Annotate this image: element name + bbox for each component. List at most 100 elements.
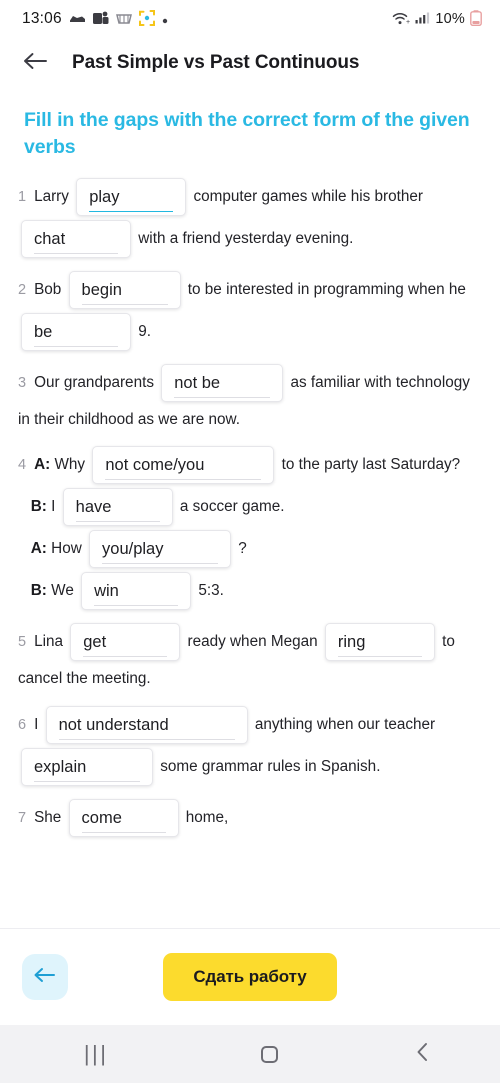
previous-task-button[interactable]: [22, 954, 68, 1000]
gap-input[interactable]: get: [70, 623, 181, 662]
gap-input[interactable]: play: [76, 178, 187, 217]
gap-input[interactable]: win: [81, 572, 192, 611]
sentence-text: We: [51, 582, 74, 600]
android-recents-button[interactable]: |||: [0, 1025, 192, 1083]
sentence-text: home,: [185, 808, 229, 826]
arrow-left-icon: [22, 51, 48, 76]
sentence-text: Larry: [34, 188, 69, 206]
dot-icon: [162, 12, 168, 27]
sentence-text: I: [51, 498, 56, 516]
question-number: 2: [18, 282, 27, 299]
gap-input-value: win: [94, 579, 179, 607]
question-number: 7: [18, 809, 27, 826]
speaker-label: B:: [30, 498, 47, 516]
sentence-text: ready when Megan: [187, 633, 318, 651]
gap-input-value: come: [81, 806, 166, 833]
status-bar: 13:06 + 10%: [0, 0, 500, 38]
question-item: 4 A: Why not come/you to the party last S…: [18, 444, 482, 621]
sentence-text: Lina: [34, 633, 63, 651]
android-home-button[interactable]: [192, 1025, 346, 1083]
status-bar-right: + 10%: [392, 9, 482, 29]
sentence-text: to the party last Saturday?: [281, 456, 461, 474]
gap-input-value: chat: [34, 227, 118, 255]
header-back-button[interactable]: [18, 46, 52, 80]
scan-frame-icon: [138, 9, 155, 29]
gap-input-value: get: [83, 630, 168, 658]
cellular-signal-icon: [415, 11, 430, 27]
exercise-content: Fill in the gaps with the correct form o…: [0, 88, 500, 928]
teams-icon: [92, 11, 109, 28]
question-number: 1: [18, 189, 27, 206]
gap-input[interactable]: explain: [21, 747, 153, 786]
gap-input[interactable]: come: [68, 798, 179, 837]
sentence-text: She: [34, 808, 62, 826]
gap-input-value: ring: [337, 630, 422, 658]
gap-input-value: not understand: [58, 713, 235, 740]
gap-input[interactable]: you/play: [89, 530, 232, 569]
sentence-text: some grammar rules in Spanish.: [160, 757, 381, 775]
question-item: 2 Bob begin to be interested in programmi…: [18, 269, 482, 362]
sentence-text: 9.: [138, 323, 152, 341]
sentence-text: anything when our teacher: [254, 715, 436, 733]
app-header: Past Simple vs Past Continuous: [0, 38, 500, 88]
speaker-label: B:: [30, 582, 47, 600]
gap-input-value: explain: [34, 755, 140, 782]
gap-input-value: be: [34, 320, 118, 348]
task-instruction: Fill in the gaps with the correct form o…: [24, 109, 470, 158]
gap-input-value: you/play: [102, 537, 219, 565]
sentence-text: computer games while his brother: [193, 188, 423, 206]
question-item: 6I not understand anything when our teac…: [18, 704, 482, 797]
gap-input[interactable]: have: [62, 488, 173, 527]
basket-icon: [115, 11, 132, 28]
question-item: 5 Lina get ready when Megan ring to cance…: [18, 621, 482, 703]
question-number: 6: [18, 716, 27, 733]
wifi-icon: +: [392, 11, 410, 28]
shoe-icon: [69, 11, 86, 28]
gap-input[interactable]: not be: [161, 364, 284, 403]
gap-input[interactable]: not understand: [45, 705, 248, 744]
question-item: 3 Our grandparents not be as familiar wit…: [18, 362, 482, 444]
question-item: 7 She come home,: [18, 797, 482, 848]
status-time: 13:06: [22, 10, 62, 27]
page-title: Past Simple vs Past Continuous: [72, 52, 360, 73]
question-item: 1 Larry play computer games while his bro…: [18, 176, 482, 269]
sentence-text: with a friend yesterday evening.: [138, 230, 354, 248]
gap-input-value: not be: [174, 371, 271, 399]
sentence-text: Our grandparents: [34, 374, 154, 392]
submit-button-wrap: Сдать работу: [68, 953, 478, 1001]
sentence-text: I: [34, 715, 39, 733]
sentence-text: How: [51, 540, 82, 558]
android-back-button[interactable]: [346, 1025, 500, 1083]
question-number: 3: [18, 375, 27, 392]
gap-input-value: begin: [81, 278, 168, 306]
bottom-action-bar: Сдать работу: [0, 928, 500, 1025]
gap-input-value: have: [75, 495, 160, 523]
arrow-left-icon: [33, 966, 57, 989]
gap-input[interactable]: not come/you: [92, 446, 275, 485]
sentence-text: 5:3.: [198, 582, 224, 600]
question-number: 4: [18, 457, 27, 474]
question-list: 1 Larry play computer games while his bro…: [18, 168, 482, 848]
gap-input[interactable]: chat: [21, 220, 131, 259]
gap-input[interactable]: begin: [68, 271, 181, 310]
battery-low-icon: [470, 9, 482, 29]
recents-icon: |||: [83, 1041, 109, 1066]
home-square-icon: [260, 1045, 278, 1063]
speaker-label: A:: [34, 456, 51, 474]
sentence-text: Bob: [34, 281, 62, 299]
chevron-left-icon: [415, 1042, 431, 1067]
sentence-text: to be interested in programming when he: [187, 281, 466, 299]
status-bar-left: 13:06: [22, 9, 168, 29]
gap-input[interactable]: be: [21, 313, 131, 352]
sentence-text: Why: [54, 456, 86, 474]
submit-work-button[interactable]: Сдать работу: [163, 953, 337, 1001]
gap-input[interactable]: ring: [324, 623, 435, 662]
sentence-text: a soccer game.: [179, 498, 285, 516]
svg-text:+: +: [406, 19, 410, 25]
android-navigation-bar: |||: [0, 1025, 500, 1083]
battery-percent: 10%: [435, 11, 465, 27]
sentence-text: ?: [238, 540, 247, 558]
